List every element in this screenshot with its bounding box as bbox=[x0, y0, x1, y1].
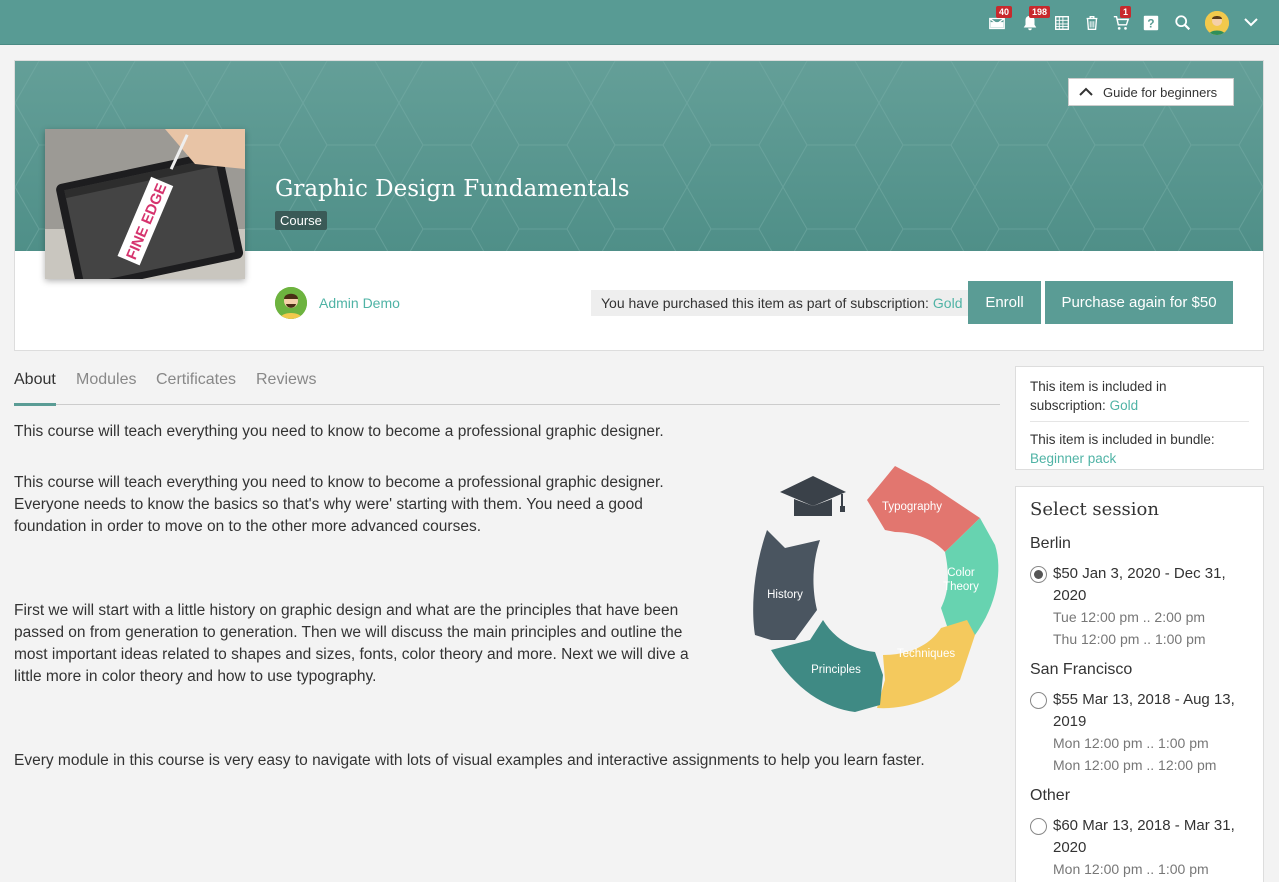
tab-about[interactable]: About bbox=[14, 371, 56, 406]
session-time: Tue 12:00 pm .. 2:00 pm bbox=[1053, 609, 1206, 625]
course-title: Graphic Design Fundamentals bbox=[275, 176, 630, 202]
bundle-text: This item is included in bundle: bbox=[1030, 432, 1215, 447]
subscription-text-1: This item is included in bbox=[1030, 379, 1167, 394]
session-dates-other-line-2: 2020 bbox=[1053, 839, 1087, 856]
sidebar-gold-link[interactable]: Gold bbox=[1110, 398, 1139, 413]
included-info-card: This item is included in subscription: G… bbox=[1015, 366, 1264, 470]
tab-certificates[interactable]: Certificates bbox=[156, 371, 236, 403]
paragraph-2-line-4: little more in color theory and how to u… bbox=[14, 668, 377, 685]
paragraph-2-line-2: passed on from generation to generation.… bbox=[14, 624, 683, 641]
divider bbox=[1030, 421, 1249, 422]
session-radio-berlin[interactable] bbox=[1030, 566, 1047, 583]
purchased-note: You have purchased this item as part of … bbox=[591, 290, 973, 316]
help-icon[interactable]: ? bbox=[1140, 12, 1162, 34]
course-tabs: About Modules Certificates Reviews bbox=[14, 366, 1000, 406]
paragraph-1-line-2: Everyone needs to know the basics so tha… bbox=[14, 496, 643, 513]
calendar-icon[interactable] bbox=[1051, 12, 1073, 34]
svg-text:?: ? bbox=[1147, 18, 1154, 31]
paragraph-1-line-3: foundation in order to move on to the ot… bbox=[14, 518, 482, 535]
color-theory-label-2: Theory bbox=[943, 581, 979, 593]
course-topics-diagram: Typography Color Theory Techniques Princ… bbox=[753, 466, 999, 712]
user-avatar[interactable] bbox=[1205, 11, 1229, 35]
session-time: Thu 12:00 pm .. 1:00 pm bbox=[1053, 631, 1206, 647]
bell-badge: 198 bbox=[1029, 6, 1051, 18]
purchase-again-button[interactable]: Purchase again for $50 bbox=[1045, 281, 1233, 324]
session-dates-other-line-1: $60 Mar 13, 2018 - Mar 31, bbox=[1053, 817, 1235, 834]
paragraph-2-line-3: most important ideas related to shapes a… bbox=[14, 646, 689, 663]
chevron-up-icon bbox=[1079, 87, 1093, 96]
bell-icon[interactable]: 198 bbox=[1019, 6, 1051, 34]
chevron-down-icon[interactable] bbox=[1243, 14, 1259, 30]
session-dates-other[interactable]: $60 Mar 13, 2018 - Mar 31, 2020 bbox=[1053, 815, 1253, 859]
paragraph-1-line-1: This course will teach everything you ne… bbox=[14, 474, 664, 491]
session-dates-san-francisco[interactable]: $55 Mar 13, 2018 - Aug 13, 2019 bbox=[1053, 689, 1253, 733]
session-time: Mon 12:00 pm .. 1:00 pm bbox=[1053, 861, 1209, 877]
beginner-pack-link[interactable]: Beginner pack bbox=[1030, 449, 1249, 468]
color-theory-label-1: Color bbox=[947, 567, 975, 579]
author-name-link[interactable]: Admin Demo bbox=[319, 295, 400, 311]
session-dates-berlin[interactable]: $50 Jan 3, 2020 - Dec 31, 2020 bbox=[1053, 563, 1253, 607]
session-time: Mon 12:00 pm .. 12:00 pm bbox=[1053, 757, 1217, 773]
subscription-gold-link[interactable]: Gold bbox=[933, 295, 963, 311]
enroll-button[interactable]: Enroll bbox=[968, 281, 1041, 324]
select-session-title: Select session bbox=[1030, 499, 1159, 520]
guide-label: Guide for beginners bbox=[1103, 84, 1218, 100]
guide-for-beginners-button[interactable]: Guide for beginners bbox=[1068, 78, 1234, 106]
techniques-label: Techniques bbox=[897, 648, 955, 660]
course-thumbnail: FINE EDGE bbox=[45, 129, 245, 279]
select-session-card: Select session Berlin $50 Jan 3, 2020 - … bbox=[1015, 486, 1264, 882]
session-dates-sf-line-2: 2019 bbox=[1053, 713, 1087, 730]
cart-icon[interactable]: 1 bbox=[1110, 6, 1132, 34]
session-city-other: Other bbox=[1030, 787, 1071, 804]
tab-reviews[interactable]: Reviews bbox=[256, 371, 316, 403]
intro-text: This course will teach everything you ne… bbox=[14, 423, 664, 440]
session-radio-san-francisco[interactable] bbox=[1030, 692, 1047, 709]
history-label: History bbox=[767, 589, 803, 601]
top-navigation-bar: 40 198 1 ? bbox=[0, 0, 1279, 45]
session-dates-berlin-line-1: $50 Jan 3, 2020 - Dec 31, bbox=[1053, 565, 1226, 582]
trash-icon[interactable] bbox=[1081, 12, 1103, 34]
history-segment bbox=[753, 530, 820, 640]
session-city-berlin: Berlin bbox=[1030, 535, 1071, 552]
paragraph-2-line-1: First we will start with a little histor… bbox=[14, 602, 679, 619]
session-city-san-francisco: San Francisco bbox=[1030, 661, 1133, 678]
cart-badge: 1 bbox=[1120, 6, 1132, 18]
author-avatar[interactable] bbox=[275, 287, 307, 319]
tab-modules[interactable]: Modules bbox=[76, 371, 136, 403]
session-dates-sf-line-1: $55 Mar 13, 2018 - Aug 13, bbox=[1053, 691, 1235, 708]
graduation-cap-icon bbox=[780, 476, 846, 516]
mail-icon[interactable]: 40 bbox=[986, 6, 1013, 34]
mail-badge: 40 bbox=[996, 6, 1013, 18]
purchased-note-text: You have purchased this item as part of … bbox=[601, 295, 929, 311]
session-radio-other[interactable] bbox=[1030, 818, 1047, 835]
session-time: Mon 12:00 pm .. 1:00 pm bbox=[1053, 735, 1209, 751]
course-header-card: Guide for beginners Graphic Design Funda… bbox=[14, 60, 1264, 351]
session-dates-berlin-line-2: 2020 bbox=[1053, 587, 1087, 604]
course-type-badge: Course bbox=[275, 211, 327, 230]
search-icon[interactable] bbox=[1172, 12, 1194, 34]
typography-label: Typography bbox=[882, 501, 942, 513]
paragraph-3: Every module in this course is very easy… bbox=[14, 752, 925, 769]
techniques-segment bbox=[877, 620, 975, 709]
principles-label: Principles bbox=[811, 664, 861, 676]
subscription-text-2: subscription: bbox=[1030, 398, 1106, 413]
